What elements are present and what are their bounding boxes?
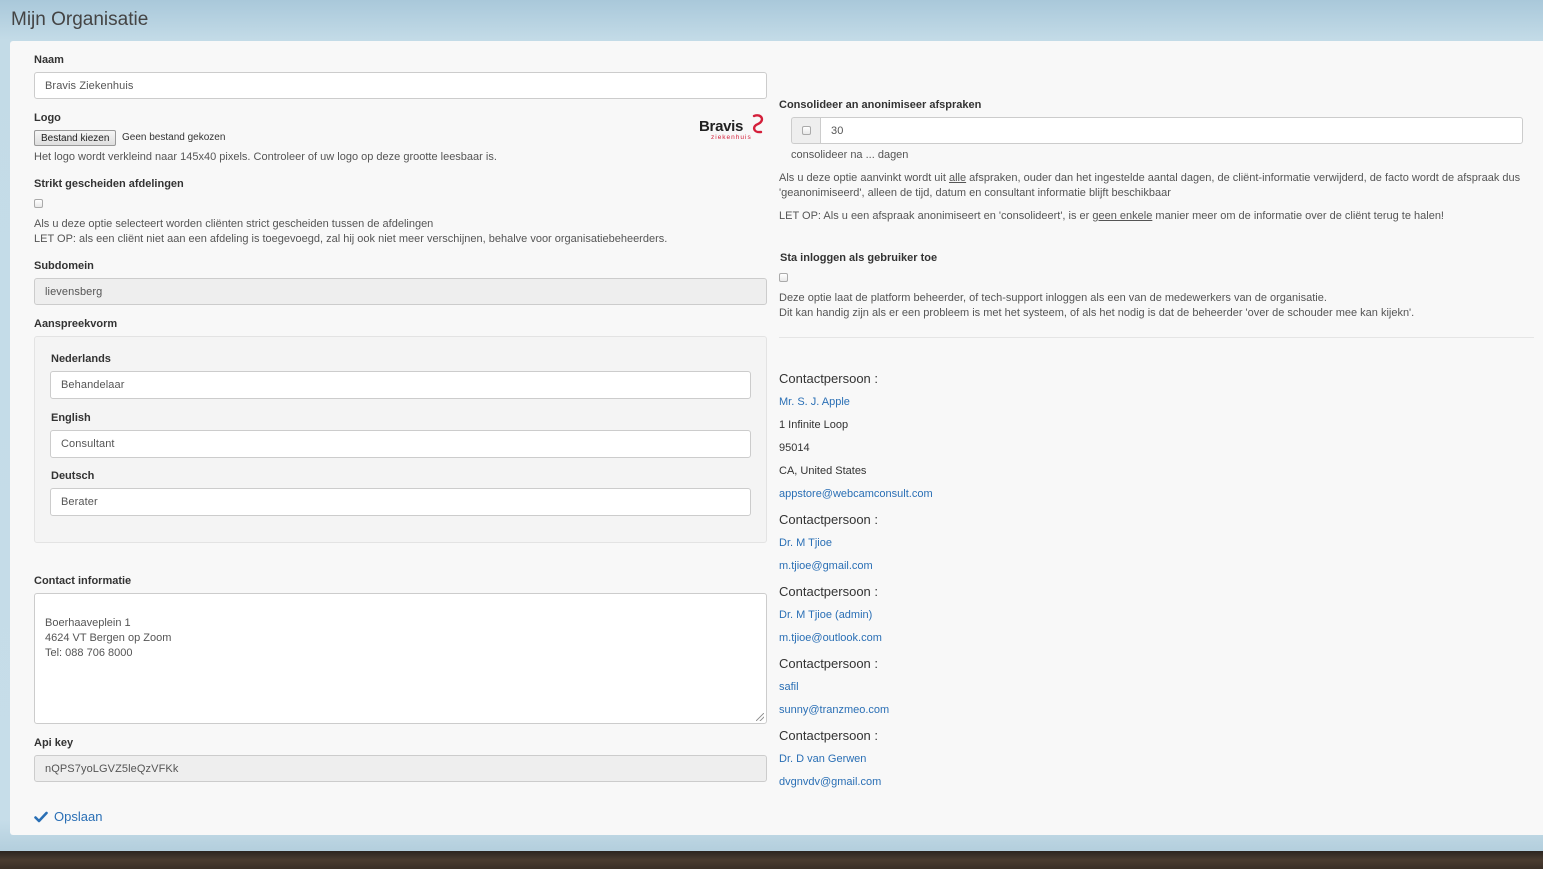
nederlands-input[interactable]: Behandelaar xyxy=(50,371,751,399)
logo-label: Logo xyxy=(34,112,61,124)
contact-name-link[interactable]: Dr. M Tjioe (admin) xyxy=(779,609,872,621)
bravis-logo: Bravis ziekenhuis xyxy=(698,113,766,143)
aanspreekvorm-label: Aanspreekvorm xyxy=(34,318,118,330)
subdomein-label: Subdomein xyxy=(34,260,94,272)
strikt-checkbox[interactable] xyxy=(34,199,43,208)
contact-email-link[interactable]: dvgnvdv@gmail.com xyxy=(779,776,881,788)
contact-email-link[interactable]: m.tjioe@gmail.com xyxy=(779,560,873,572)
naam-label: Naam xyxy=(34,54,64,66)
inloggen-help-2: Dit kan handig zijn als er een probleem … xyxy=(779,307,1415,319)
check-icon xyxy=(34,811,48,822)
contact-name-link[interactable]: Dr. M Tjioe xyxy=(779,537,832,549)
logo-help: Het logo wordt verkleind naar 145x40 pix… xyxy=(34,151,497,163)
organisation-form-panel: Naam Bravis Ziekenhuis Logo Bestand kiez… xyxy=(10,41,1543,835)
contact-title: Contactpersoon : xyxy=(779,584,879,599)
consolideer-help-1c: 'geanonimiseerd', alleen de tijd, datum … xyxy=(779,187,1171,199)
consolideer-help-1-underline: alle xyxy=(948,172,967,184)
contact-title: Contactpersoon : xyxy=(779,512,879,527)
consolideer-days-help: consolideer na ... dagen xyxy=(791,149,909,161)
consolideer-help-2a: LET OP: Als u een afspraak anonimiseert … xyxy=(779,210,1093,222)
consolideer-help-2b: manier meer om de informatie over de cli… xyxy=(1152,210,1444,222)
contact-title: Contactpersoon : xyxy=(779,728,879,743)
contact-email-link[interactable]: sunny@tranzmeo.com xyxy=(779,704,889,716)
logo-swirl-icon xyxy=(752,114,764,134)
english-label: English xyxy=(51,412,91,424)
api-key-label: Api key xyxy=(34,737,74,749)
page-title: Mijn Organisatie xyxy=(11,9,149,30)
logo-subtext: ziekenhuis xyxy=(711,134,752,141)
contact-title: Contactpersoon : xyxy=(779,371,879,386)
inloggen-help-1: Deze optie laat de platform beheerder, o… xyxy=(779,292,1327,304)
consolideer-help-2-underline: geen enkele xyxy=(1092,210,1153,222)
strikt-label: Strikt gescheiden afdelingen xyxy=(34,178,184,190)
consolideer-label: Consolideer an anonimiseer afspraken xyxy=(779,99,982,111)
consolideer-days-input[interactable]: 30 xyxy=(820,117,1523,144)
contact-email-link[interactable]: m.tjioe@outlook.com xyxy=(779,632,882,644)
contact-info-label: Contact informatie xyxy=(34,575,132,587)
logo-text: Bravis xyxy=(699,118,744,135)
consolideer-help-1b: afspraken, ouder dan het ingestelde aant… xyxy=(966,172,1521,184)
consolideer-checkbox-addon xyxy=(791,117,821,144)
deutsch-label: Deutsch xyxy=(51,470,95,482)
section-divider xyxy=(779,337,1534,338)
deutsch-input[interactable]: Berater xyxy=(50,488,751,516)
english-input[interactable]: Consultant xyxy=(50,430,751,458)
save-button[interactable]: Opslaan xyxy=(34,809,102,824)
contact-name-link[interactable]: safil xyxy=(779,681,799,693)
subdomein-input: lievensberg xyxy=(34,278,767,305)
contact-zip: 95014 xyxy=(779,442,810,454)
choose-file-button[interactable]: Bestand kiezen xyxy=(34,130,117,146)
contact-name-link[interactable]: Mr. S. J. Apple xyxy=(779,396,850,408)
save-label: Opslaan xyxy=(54,809,103,824)
contact-address: 1 Infinite Loop xyxy=(779,419,849,431)
nederlands-label: Nederlands xyxy=(51,353,111,365)
consolideer-checkbox[interactable] xyxy=(802,126,811,135)
inloggen-label: Sta inloggen als gebruiker toe xyxy=(780,252,938,264)
file-status: Geen bestand gekozen xyxy=(122,132,226,143)
contact-region: CA, United States xyxy=(779,465,867,477)
strikt-help-2: LET OP: als een cliënt niet aan een afde… xyxy=(34,233,668,245)
contact-name-link[interactable]: Dr. D van Gerwen xyxy=(779,753,866,765)
consolideer-help-1a: Als u deze optie aanvinkt wordt uit xyxy=(779,172,949,184)
strikt-help-1: Als u deze optie selecteert worden cliën… xyxy=(34,218,434,230)
aanspreekvorm-well: Nederlands Behandelaar English Consultan… xyxy=(34,336,767,543)
contact-title: Contactpersoon : xyxy=(779,656,879,671)
api-key-input: nQPS7yoLGVZ5leQzVFKk xyxy=(34,755,767,782)
resize-handle-icon[interactable] xyxy=(756,713,764,721)
contact-info-textarea[interactable]: Boerhaaveplein 1 4624 VT Bergen op Zoom … xyxy=(34,593,767,724)
inloggen-checkbox[interactable] xyxy=(779,273,788,282)
naam-input[interactable]: Bravis Ziekenhuis xyxy=(34,72,767,99)
consolideer-help-1: Als u deze optie aanvinkt wordt uit alle… xyxy=(779,171,1539,186)
bottom-bar xyxy=(0,851,1543,869)
contact-email-link[interactable]: appstore@webcamconsult.com xyxy=(779,488,933,500)
contact-info-text: Boerhaaveplein 1 4624 VT Bergen op Zoom … xyxy=(45,617,172,659)
consolideer-help-2: LET OP: Als u een afspraak anonimiseert … xyxy=(779,209,1444,224)
